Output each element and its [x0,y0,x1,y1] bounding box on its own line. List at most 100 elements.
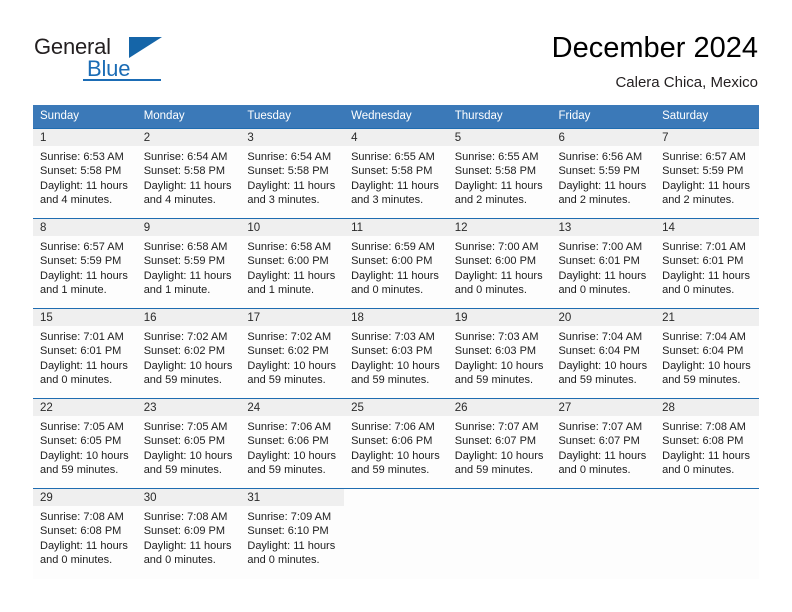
day-details: Sunrise: 7:04 AM Sunset: 6:04 PM Daylight:… [655,326,759,388]
calendar-day-cell[interactable]: 7 Sunrise: 6:57 AM Sunset: 5:59 PM Daylight… [655,128,759,219]
day-number: 14 [655,219,759,236]
day-details: Sunrise: 7:05 AM Sunset: 6:05 PM Daylight:… [33,416,137,478]
day-details: Sunrise: 7:05 AM Sunset: 6:05 PM Daylight:… [137,416,241,478]
daylight-duration-line2: and 0 minutes. [247,554,320,567]
sunrise-time: Sunrise: 7:07 AM [558,421,643,433]
sunrise-time: Sunrise: 7:04 AM [662,331,746,343]
calendar-day-cell[interactable]: 4 Sunrise: 6:55 AM Sunset: 5:58 PM Daylight… [344,128,448,219]
daylight-duration-line2: and 1 minute. [143,284,211,297]
calendar-day-cell[interactable]: 18 Sunrise: 7:03 AM Sunset: 6:03 PM Dayligh… [344,308,448,399]
daylight-duration-line2: and 0 minutes. [40,374,113,387]
day-details: Sunrise: 6:56 AM Sunset: 5:59 PM Daylight:… [551,146,655,208]
sunset-time: Sunset: 6:07 PM [454,435,537,448]
daylight-duration-line2: and 1 minute. [247,284,315,297]
calendar-day-cell[interactable]: 17 Sunrise: 7:02 AM Sunset: 6:02 PM Dayligh… [240,308,345,399]
calendar-day-cell[interactable]: 29 Sunrise: 7:08 AM Sunset: 6:08 PM Dayligh… [33,488,137,579]
sunrise-time: Sunrise: 7:06 AM [247,421,332,433]
sunset-time: Sunset: 6:00 PM [247,255,329,268]
sunrise-time: Sunrise: 6:54 AM [143,151,228,163]
calendar-day-cell[interactable]: 16 Sunrise: 7:02 AM Sunset: 6:02 PM Dayligh… [136,308,241,399]
day-number: 9 [136,219,241,236]
calendar-day-cell[interactable]: 10 Sunrise: 6:58 AM Sunset: 6:00 PM Dayligh… [240,218,345,309]
sunset-time: Sunset: 5:58 PM [40,165,122,178]
daylight-duration-line1: Daylight: 10 hours [558,359,648,372]
calendar-day-cell[interactable]: 11 Sunrise: 6:59 AM Sunset: 6:00 PM Dayligh… [344,218,448,309]
sunrise-time: Sunrise: 6:57 AM [40,241,124,253]
calendar-week-row: 1 Sunrise: 6:53 AM Sunset: 5:58 PM Daylight… [33,128,759,219]
sunrise-time: Sunrise: 7:00 AM [454,241,539,253]
sunset-time: Sunset: 6:09 PM [143,525,226,538]
calendar-day-cell[interactable]: 6 Sunrise: 6:56 AM Sunset: 5:59 PM Daylight… [551,128,656,219]
day-details: Sunrise: 7:03 AM Sunset: 6:03 PM Daylight:… [344,326,448,388]
weekday-header-sunday: Sunday [33,105,137,129]
day-details: Sunrise: 7:08 AM Sunset: 6:08 PM Daylight:… [33,506,137,568]
sunrise-time: Sunrise: 7:07 AM [454,421,539,433]
sunrise-time: Sunrise: 7:01 AM [40,331,124,343]
calendar-day-cell[interactable]: 12 Sunrise: 7:00 AM Sunset: 6:00 PM Dayligh… [447,218,552,309]
calendar-day-cell[interactable]: 26 Sunrise: 7:07 AM Sunset: 6:07 PM Dayligh… [447,398,552,489]
calendar-body: 1 Sunrise: 6:53 AM Sunset: 5:58 PM Daylight… [33,128,759,579]
sunrise-time: Sunrise: 6:56 AM [558,151,643,163]
sunrise-time: Sunrise: 7:04 AM [558,331,643,343]
day-number: 19 [447,309,552,326]
calendar-day-cell[interactable]: 25 Sunrise: 7:06 AM Sunset: 6:06 PM Dayligh… [344,398,448,489]
calendar-day-cell[interactable]: 24 Sunrise: 7:06 AM Sunset: 6:06 PM Dayligh… [240,398,345,489]
day-details: Sunrise: 7:02 AM Sunset: 6:02 PM Daylight:… [137,326,241,388]
calendar-cell-empty [344,488,448,579]
sunset-time: Sunset: 5:58 PM [143,165,226,178]
calendar-day-cell[interactable]: 23 Sunrise: 7:05 AM Sunset: 6:05 PM Dayligh… [136,398,241,489]
calendar-day-cell[interactable]: 21 Sunrise: 7:04 AM Sunset: 6:04 PM Dayligh… [655,308,759,399]
day-number: 26 [447,399,552,416]
daylight-duration-line2: and 59 minutes. [351,464,430,477]
day-number: 23 [136,399,241,416]
calendar-day-cell[interactable]: 15 Sunrise: 7:01 AM Sunset: 6:01 PM Dayligh… [33,308,137,399]
day-number: 2 [136,129,241,146]
daylight-duration-line1: Daylight: 10 hours [454,359,544,372]
calendar-day-cell[interactable]: 31 Sunrise: 7:09 AM Sunset: 6:10 PM Dayligh… [240,488,345,579]
daylight-duration-line1: Daylight: 10 hours [351,449,440,462]
calendar-day-cell[interactable]: 9 Sunrise: 6:58 AM Sunset: 5:59 PM Daylight… [136,218,241,309]
calendar-day-cell[interactable]: 28 Sunrise: 7:08 AM Sunset: 6:08 PM Dayligh… [655,398,759,489]
calendar-day-cell[interactable]: 13 Sunrise: 7:00 AM Sunset: 6:01 PM Dayligh… [551,218,656,309]
day-number: 18 [344,309,448,326]
calendar-day-cell[interactable]: 19 Sunrise: 7:03 AM Sunset: 6:03 PM Dayligh… [447,308,552,399]
calendar-day-cell[interactable]: 14 Sunrise: 7:01 AM Sunset: 6:01 PM Dayligh… [655,218,759,309]
sunset-time: Sunset: 6:04 PM [558,345,640,358]
calendar-day-cell[interactable]: 2 Sunrise: 6:54 AM Sunset: 5:58 PM Daylight… [136,128,241,219]
daylight-duration-line2: and 59 minutes. [351,374,430,387]
daylight-duration-line2: and 0 minutes. [454,284,527,297]
calendar-cell-empty [447,488,552,579]
logo-text-blue: Blue [87,56,131,81]
general-blue-logo[interactable]: General Blue [34,34,214,90]
calendar-container: Sunday Monday Tuesday Wednesday Thursday… [33,105,759,579]
day-number: 24 [240,399,345,416]
calendar-day-cell[interactable]: 5 Sunrise: 6:55 AM Sunset: 5:58 PM Daylight… [447,128,552,219]
day-details: Sunrise: 7:01 AM Sunset: 6:01 PM Daylight:… [655,236,759,298]
daylight-duration-line1: Daylight: 11 hours [662,269,750,282]
daylight-duration-line2: and 2 minutes. [454,194,527,207]
daylight-duration-line2: and 0 minutes. [662,284,735,297]
sunrise-time: Sunrise: 7:08 AM [40,511,124,523]
day-number: 29 [33,489,137,506]
sunset-time: Sunset: 6:01 PM [662,255,744,268]
day-number: 8 [33,219,137,236]
daylight-duration-line2: and 0 minutes. [662,464,735,477]
sunset-time: Sunset: 5:59 PM [662,165,744,178]
sunset-time: Sunset: 6:07 PM [558,435,640,448]
daylight-duration-line1: Daylight: 10 hours [143,359,233,372]
calendar-day-cell[interactable]: 20 Sunrise: 7:04 AM Sunset: 6:04 PM Dayligh… [551,308,656,399]
daylight-duration-line2: and 4 minutes. [143,194,216,207]
daylight-duration-line2: and 3 minutes. [247,194,320,207]
location-subtitle: Calera Chica, Mexico [615,74,758,91]
calendar-day-cell[interactable]: 8 Sunrise: 6:57 AM Sunset: 5:59 PM Daylight… [33,218,137,309]
calendar-day-cell[interactable]: 22 Sunrise: 7:05 AM Sunset: 6:05 PM Dayligh… [33,398,137,489]
calendar-day-cell[interactable]: 3 Sunrise: 6:54 AM Sunset: 5:58 PM Daylight… [240,128,345,219]
calendar-day-cell[interactable]: 27 Sunrise: 7:07 AM Sunset: 6:07 PM Dayligh… [551,398,656,489]
day-number: 6 [551,129,656,146]
daylight-duration-line1: Daylight: 11 hours [143,179,232,192]
calendar-day-cell[interactable]: 1 Sunrise: 6:53 AM Sunset: 5:58 PM Daylight… [33,128,137,219]
day-details: Sunrise: 7:00 AM Sunset: 6:01 PM Daylight:… [551,236,655,298]
daylight-duration-line1: Daylight: 10 hours [351,359,440,372]
daylight-duration-line2: and 59 minutes. [558,374,637,387]
calendar-day-cell[interactable]: 30 Sunrise: 7:08 AM Sunset: 6:09 PM Dayligh… [136,488,241,579]
